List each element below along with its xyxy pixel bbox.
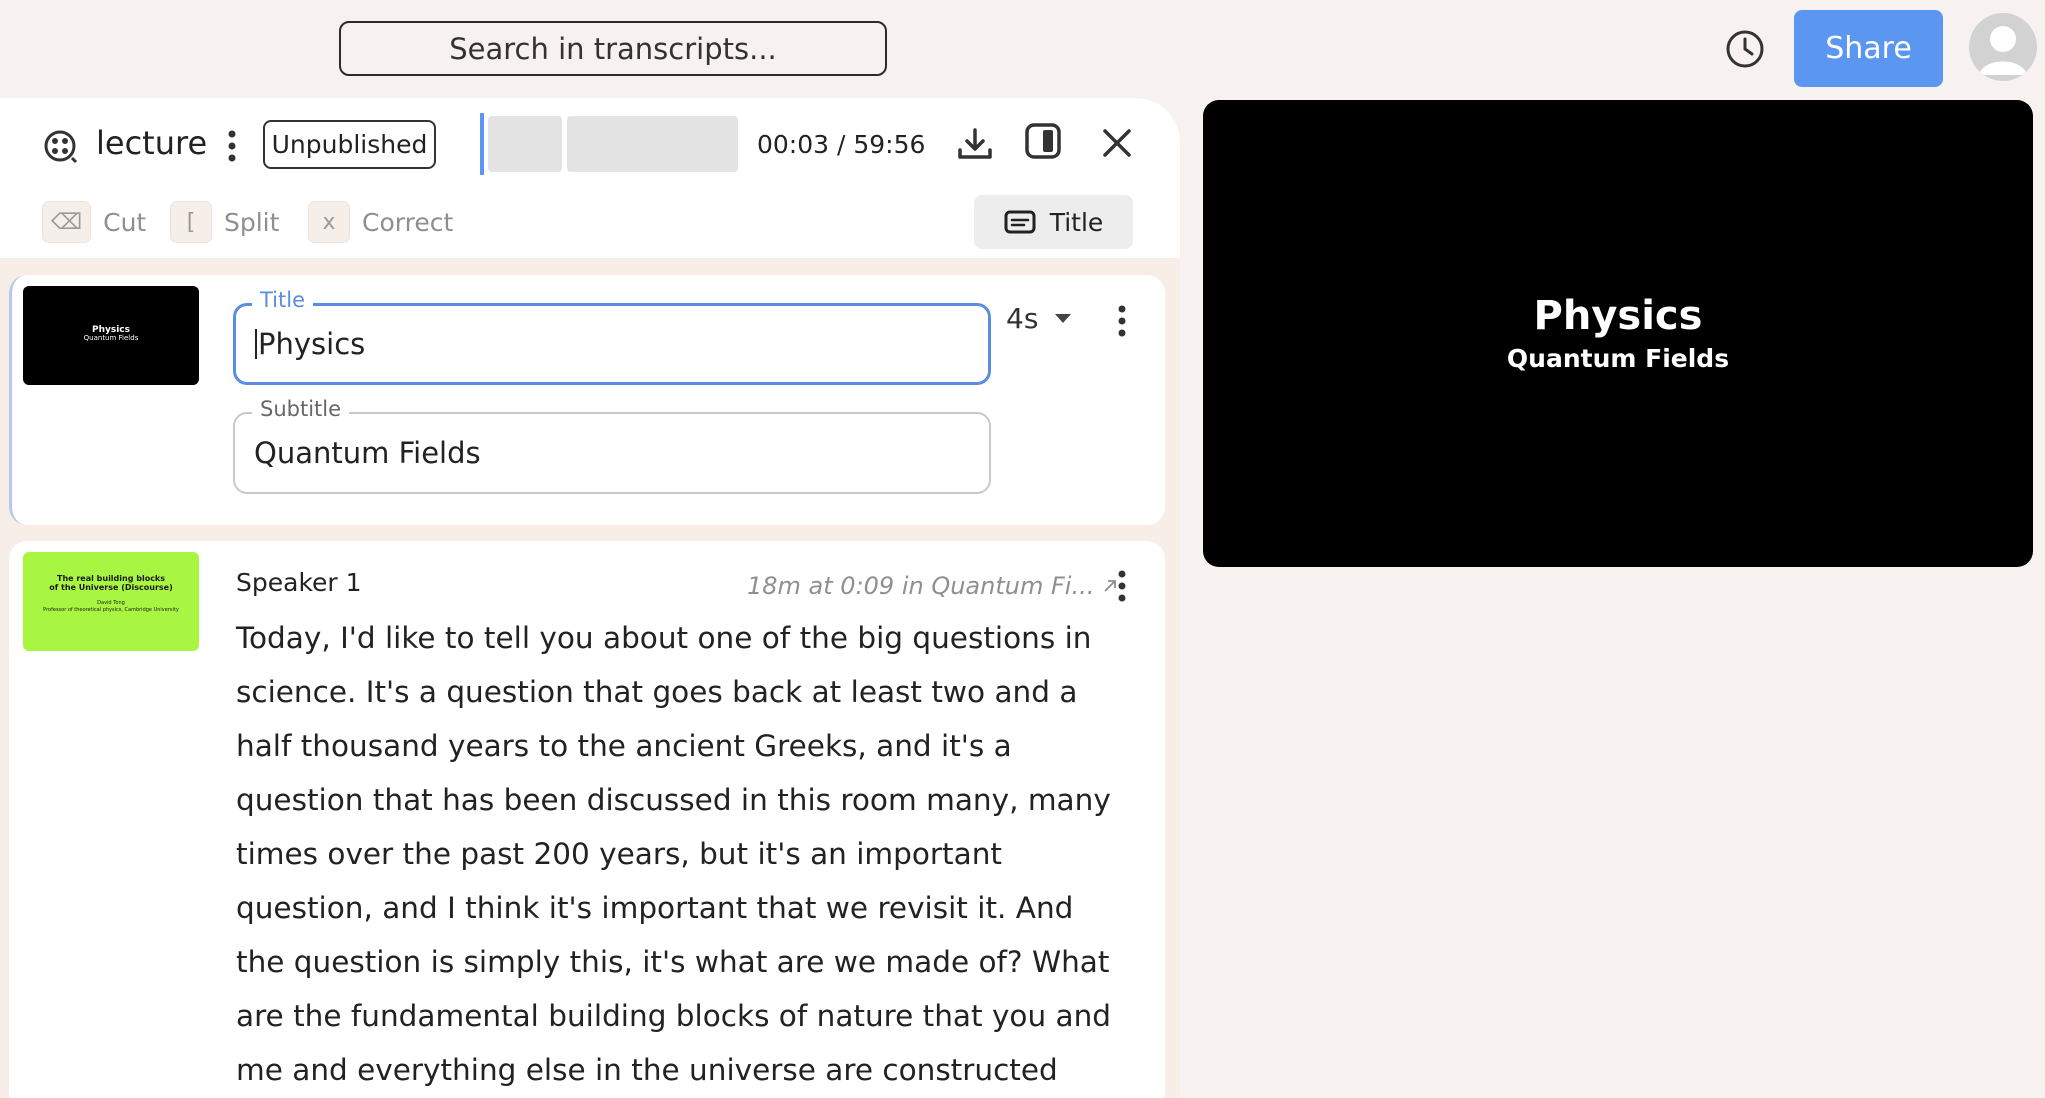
- avatar[interactable]: [1969, 13, 2037, 81]
- caret-down-icon: [1055, 313, 1072, 323]
- text-caret: [255, 329, 257, 359]
- more-vertical-icon[interactable]: [1112, 302, 1132, 340]
- title-field-label: Title: [252, 288, 314, 312]
- search-input[interactable]: Search in transcripts...: [339, 21, 887, 76]
- video-preview[interactable]: Physics Quantum Fields: [1203, 100, 2033, 567]
- more-vertical-icon[interactable]: [222, 126, 242, 166]
- cut-label: Cut: [103, 207, 147, 237]
- thumb-author: David Tong: [97, 599, 125, 606]
- history-clock-icon[interactable]: [1723, 27, 1767, 71]
- preview-title: Physics: [1533, 293, 1703, 339]
- caption-icon: [1004, 210, 1036, 234]
- title-value: Physics: [258, 327, 366, 361]
- thumb-line-2: of the Universe (Discourse): [49, 582, 173, 592]
- document-name[interactable]: lecture: [96, 124, 207, 162]
- transcript-text[interactable]: Today, I'd like to tell you about one of…: [236, 611, 1116, 1098]
- title-button-label: Title: [1049, 207, 1104, 237]
- more-vertical-icon[interactable]: [1112, 567, 1132, 605]
- title-card-thumbnail[interactable]: Physics Quantum Fields: [23, 286, 199, 385]
- source-link[interactable]: 18m at 0:09 in Quantum Fi...: [747, 572, 1118, 600]
- download-icon[interactable]: [955, 124, 995, 164]
- time-readout: 00:03 / 59:56: [757, 130, 926, 159]
- panel-layout-icon[interactable]: [1024, 122, 1062, 160]
- share-button[interactable]: Share: [1794, 10, 1943, 87]
- speaker-label[interactable]: Speaker 1: [236, 568, 362, 597]
- add-title-button[interactable]: Title: [974, 195, 1133, 249]
- duration-select[interactable]: 4s: [1006, 302, 1072, 335]
- correct-key: x: [308, 201, 350, 243]
- subtitle-input[interactable]: Quantum Fields: [233, 412, 991, 494]
- correct-label: Correct: [362, 207, 454, 237]
- thumb-affiliation: Professor of theoretical physics, Cambri…: [43, 607, 179, 614]
- user-icon: [1979, 26, 2027, 75]
- speech-card-thumbnail[interactable]: The real building blocks of the Universe…: [23, 552, 199, 651]
- title-input[interactable]: Physics: [233, 303, 991, 385]
- timeline-clip[interactable]: [567, 116, 738, 172]
- split-tool[interactable]: [ Split: [170, 201, 279, 243]
- preview-subtitle: Quantum Fields: [1506, 344, 1730, 373]
- publish-status-button[interactable]: Unpublished: [263, 120, 436, 169]
- correct-tool[interactable]: x Correct: [308, 201, 453, 243]
- close-icon[interactable]: [1100, 126, 1134, 160]
- split-label: Split: [224, 207, 280, 237]
- source-text: 18m at 0:09 in Quantum Fi...: [747, 572, 1095, 600]
- film-reel-icon: [44, 130, 78, 164]
- cut-tool[interactable]: ⌫ Cut: [42, 201, 146, 243]
- thumb-subtitle: Quantum Fields: [83, 334, 139, 342]
- timeline-playhead[interactable]: [480, 113, 484, 175]
- split-key: [: [170, 201, 212, 243]
- duration-value: 4s: [1006, 302, 1039, 335]
- timeline-clip[interactable]: [488, 116, 562, 172]
- backspace-key-icon: ⌫: [42, 201, 92, 243]
- subtitle-field-label: Subtitle: [252, 397, 350, 421]
